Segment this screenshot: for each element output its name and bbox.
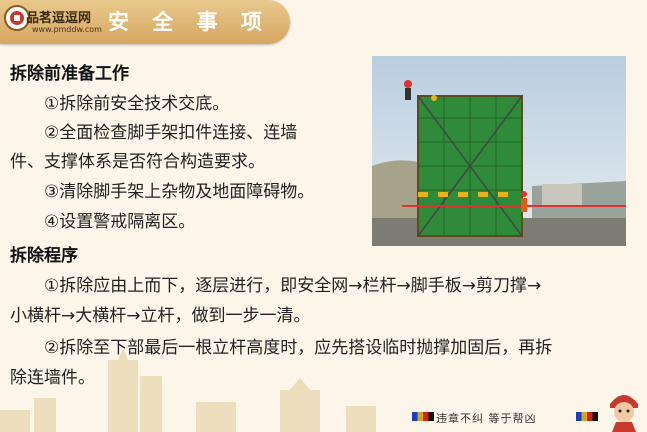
list-item: 件、支撑体系是否符合构造要求。 [10, 152, 265, 172]
city-skyline-decoration [0, 348, 376, 432]
list-item: ②全面检查脚手架扣件连接、连墙 [44, 123, 298, 143]
list-item: ④设置警戒隔离区。 [44, 212, 196, 232]
list-item: ③清除脚手架上杂物及地面障碍物。 [44, 182, 315, 202]
site-logo[interactable]: 品茗逗逗网 www.pmddw.com [4, 3, 114, 41]
color-bar-left [412, 412, 434, 421]
section-heading-preparation: 拆除前准备工作 [10, 64, 129, 84]
safety-slogan: 违章不纠 等于帮凶 [436, 412, 537, 425]
mascot-icon [610, 395, 638, 432]
procedure-item: 小横杆→大横杆→立杆，做到一步一清。 [10, 306, 311, 326]
header-banner: 品茗逗逗网 www.pmddw.com 安 全 事 项 [0, 0, 290, 44]
scaffold-photo [372, 56, 626, 246]
logo-url: www.pmddw.com [32, 25, 102, 34]
section-heading-procedure: 拆除程序 [10, 246, 78, 266]
page-title: 安 全 事 项 [108, 10, 270, 34]
logo-title: 品茗逗逗网 [26, 11, 92, 26]
list-item: ①拆除前安全技术交底。 [44, 94, 230, 114]
procedure-item: ①拆除应由上而下，逐层进行，即安全网→栏杆→脚手板→剪刀撑→ [44, 276, 542, 296]
color-bar-right [576, 412, 598, 421]
